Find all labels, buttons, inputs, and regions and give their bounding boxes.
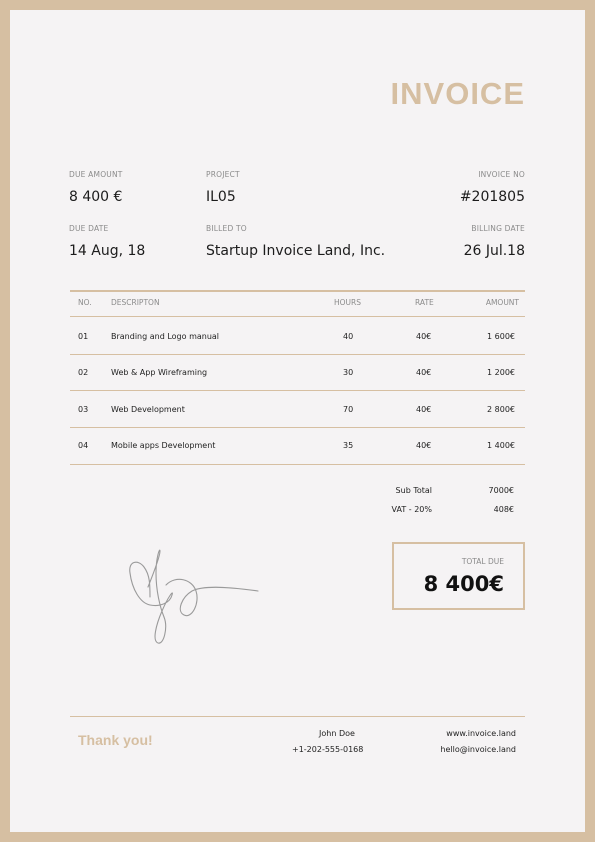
row-description: Web & App Wireframing [111,368,208,377]
billed-to-label: BILLED TO [206,224,247,233]
row-no: 02 [78,368,89,377]
due-date-value: 14 Aug, 18 [69,243,146,259]
table-row: 01 Branding and Logo manual 40 40€ 1 600… [70,318,525,355]
website-link[interactable]: www.invoice.land [446,729,516,738]
row-rate: 40€ [416,332,432,341]
due-amount-value: 8 400 € [69,189,123,205]
row-no: 04 [78,441,89,450]
table-row: 03 Web Development 70 40€ 2 800€ [70,391,525,428]
billing-date-value: 26 Jul.18 [463,243,525,259]
col-header-rate: RATE [415,298,434,307]
row-no: 03 [78,405,89,414]
col-header-no: NO. [78,298,92,307]
row-description: Branding and Logo manual [111,332,220,341]
row-amount: 1 400€ [487,441,515,450]
col-header-amount: AMOUNT [485,298,519,307]
table-top-rule [70,290,525,292]
billing-date-label: BILLING DATE [471,224,525,233]
total-due-label: TOTAL DUE [461,557,504,566]
billed-to-value: Startup Invoice Land, Inc. [206,243,386,259]
row-rate: 40€ [416,441,432,450]
contact-phone: +1-202-555-0168 [292,745,364,754]
row-no: 01 [78,332,89,341]
invoice-no-value: #201805 [459,189,525,205]
row-amount: 2 800€ [487,405,515,414]
row-rate: 40€ [416,368,432,377]
signature-image [129,549,259,644]
row-amount: 1 600€ [487,332,515,341]
subtotal-label: Sub Total [395,486,432,495]
total-due-box: TOTAL DUE 8 400€ [392,542,525,610]
row-description: Web Development [111,405,185,414]
row-hours: 70 [343,405,354,414]
thank-you-text: Thank you! [78,732,153,748]
col-header-description: DESCRIPTON [111,298,160,307]
footer-rule [70,716,525,717]
row-description: Mobile apps Development [111,441,216,450]
invoice-no-label: INVOICE NO [478,170,525,179]
row-amount: 1 200€ [487,368,515,377]
row-hours: 35 [343,441,354,450]
total-due-value: 8 400€ [423,572,504,596]
subtotal-value: 7000€ [488,486,514,495]
row-hours: 30 [343,368,354,377]
col-header-hours: HOURS [334,298,362,307]
due-date-label: DUE DATE [69,224,109,233]
table-header-rule [70,316,525,317]
table-bottom-rule [70,464,525,465]
invoice-page: INVOICE DUE AMOUNT 8 400 € PROJECT IL05 … [10,10,585,832]
table-row: 02 Web & App Wireframing 30 40€ 1 200€ [70,354,525,391]
project-label: PROJECT [206,170,240,179]
contact-name: John Doe [319,729,355,738]
email-link[interactable]: hello@invoice.land [440,745,516,754]
invoice-title: INVOICE [390,76,525,111]
row-rate: 40€ [416,405,432,414]
table-row: 04 Mobile apps Development 35 40€ 1 400€ [70,427,525,464]
row-hours: 40 [343,332,354,341]
vat-label: VAT - 20% [391,505,432,514]
due-amount-label: DUE AMOUNT [69,170,123,179]
vat-value: 408€ [493,505,514,514]
project-value: IL05 [206,189,236,205]
